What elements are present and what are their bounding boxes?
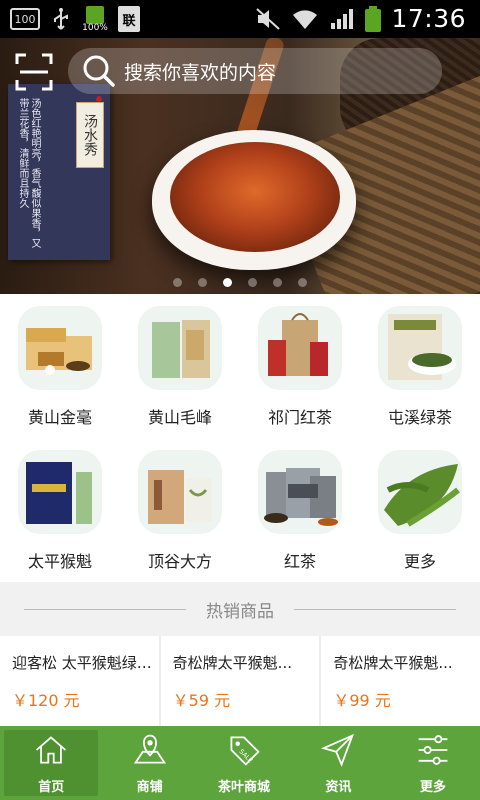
banner-poster: 汤色红艳明亮，香气馥似果香，又带兰花香，清鲜而且持久 汤水秀 [8, 84, 110, 260]
silver-tins-image [258, 450, 342, 534]
product-price: ￥59 元 [172, 691, 231, 710]
hot-section-header: 热销商品 [0, 582, 480, 636]
pager-dot[interactable] [273, 278, 282, 287]
storage-icon: 100 [10, 8, 40, 30]
pager-dot[interactable] [223, 278, 232, 287]
document-icon: 联 [118, 6, 140, 32]
bottom-tab-bar: 首页 商铺 SALE 茶叶商城 资讯 更多 [0, 726, 480, 800]
banner-pager [0, 278, 480, 287]
pager-dot[interactable] [173, 278, 182, 287]
poster-text: 汤色红艳明亮，香气馥似果香，又带兰花香，清鲜而且持久 [17, 98, 40, 248]
tab-home[interactable]: 首页 [4, 730, 99, 796]
clock: 17:36 [391, 4, 466, 33]
tab-label: 商铺 [136, 779, 163, 795]
search-icon [83, 55, 115, 87]
pager-dot[interactable] [198, 278, 207, 287]
search-placeholder: 搜索你喜欢的内容 [124, 61, 277, 84]
category-label: 红茶 [283, 552, 316, 571]
map-pin-icon [132, 732, 168, 772]
golden-gift-box-image [18, 306, 102, 390]
category-label: 祁门红茶 [267, 408, 332, 427]
tab-map-pin[interactable]: 商铺 [102, 726, 196, 800]
category-label: 太平猴魁 [27, 552, 92, 571]
paper-plane-icon [320, 732, 356, 772]
tea-leaves-image [378, 450, 462, 534]
product-price: ￥120 元 [12, 691, 80, 710]
search-bar[interactable]: 搜索你喜欢的内容 [68, 48, 442, 94]
tab-sale-tag[interactable]: SALE 茶叶商城 [197, 726, 291, 800]
wifi-icon [293, 9, 318, 29]
category-grid: 黄山金毫 黄山毛峰 祁门红茶 屯溪绿茶太平猴魁 顶谷大方 红茶 更多 [0, 294, 480, 582]
status-bar: 100 100% 联 17:36 [0, 0, 480, 38]
category-label: 屯溪绿茶 [387, 408, 452, 427]
mute-icon [256, 7, 281, 30]
category-item[interactable]: 太平猴魁 [0, 438, 120, 582]
category-item[interactable]: 黄山金毫 [0, 294, 120, 438]
battery-full-icon: 100% [82, 6, 108, 33]
category-item[interactable]: 屯溪绿茶 [360, 294, 480, 438]
category-item[interactable]: 黄山毛峰 [120, 294, 240, 438]
tab-paper-plane[interactable]: 资讯 [291, 726, 385, 800]
category-label: 顶谷大方 [147, 552, 212, 571]
tab-label: 更多 [419, 779, 446, 795]
product-name: 奇松牌太平猴魁... [172, 654, 292, 672]
tea-can-bowl-image [378, 306, 462, 390]
tab-label: 资讯 [325, 779, 352, 795]
category-item[interactable]: 更多 [360, 438, 480, 582]
poster-seal: 汤水秀 [76, 102, 104, 168]
usb-icon [54, 8, 68, 30]
product-list: 迎客松 太平猴魁绿茶 ...￥120 元奇松牌太平猴魁...￥59 元奇松牌太平… [0, 636, 480, 726]
tab-label: 茶叶商城 [218, 779, 271, 795]
category-label: 黄山毛峰 [147, 408, 212, 427]
sliders-icon [415, 732, 451, 772]
product-card[interactable]: 奇松牌太平猴魁... ￥99 元 [321, 636, 480, 726]
category-item[interactable]: 祁门红茶 [240, 294, 360, 438]
tab-label: 首页 [38, 779, 65, 795]
red-tea-bag-image [258, 306, 342, 390]
category-item[interactable]: 红茶 [240, 438, 360, 582]
category-label: 更多 [403, 552, 436, 571]
product-name: 迎客松 太平猴魁绿茶 ... [12, 654, 153, 672]
product-name: 奇松牌太平猴魁... [333, 654, 453, 672]
product-price: ￥99 元 [333, 691, 391, 710]
category-label: 黄山金毫 [27, 408, 92, 427]
sale-tag-icon: SALE [226, 732, 262, 772]
blue-tin-image [18, 450, 102, 534]
category-item[interactable]: 顶谷大方 [120, 438, 240, 582]
paper-box-image [138, 450, 222, 534]
product-card[interactable]: 迎客松 太平猴魁绿茶 ... ￥120 元 [0, 636, 159, 726]
battery-icon [365, 5, 382, 32]
product-card[interactable]: 奇松牌太平猴魁... ￥59 元 [160, 636, 320, 726]
scan-icon[interactable] [14, 52, 54, 92]
green-tea-box-image [138, 306, 222, 390]
section-title: 热销商品 [206, 601, 274, 622]
pager-dot[interactable] [248, 278, 257, 287]
signal-icon [331, 8, 354, 29]
pager-dot[interactable] [298, 278, 307, 287]
svg-text:SALE: SALE [238, 748, 254, 764]
home-icon [33, 732, 69, 772]
tab-sliders[interactable]: 更多 [386, 726, 480, 800]
